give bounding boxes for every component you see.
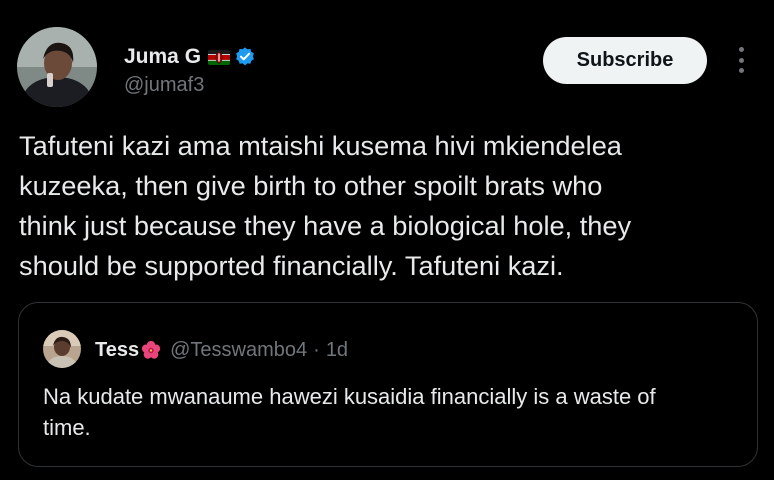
verified-badge-icon — [234, 46, 256, 68]
tweet-text: Tafuteni kazi ama mtaishi kusema hivi mk… — [19, 130, 632, 281]
kenya-flag-icon — [208, 49, 231, 65]
quote-author-avatar[interactable] — [43, 330, 81, 368]
quote-header: Tess @Tesswambo4 · 1d — [95, 336, 348, 364]
more-vertical-icon[interactable] — [732, 45, 750, 75]
quote-timestamp[interactable]: 1d — [326, 339, 348, 362]
quote-author-name[interactable]: Tess — [95, 339, 139, 362]
author-handle[interactable]: @jumaf3 — [124, 74, 204, 97]
quoted-tweet[interactable]: Tess @Tesswambo4 · 1d Na kudate mwanaume… — [18, 302, 758, 467]
quote-separator: · — [313, 338, 320, 361]
hibiscus-flower-icon — [140, 339, 162, 361]
tweet: Juma G @jumaf3 Subscribe Tafuteni kazi a… — [0, 0, 774, 480]
author-name-row: Juma G — [124, 42, 256, 72]
author-name[interactable]: Juma G — [124, 45, 201, 69]
quote-author-handle[interactable]: @Tesswambo4 — [170, 339, 307, 362]
subscribe-button[interactable]: Subscribe — [543, 37, 707, 84]
author-avatar[interactable] — [17, 27, 97, 107]
quote-text: Na kudate mwanaume hawezi kusaidia finan… — [43, 384, 656, 440]
